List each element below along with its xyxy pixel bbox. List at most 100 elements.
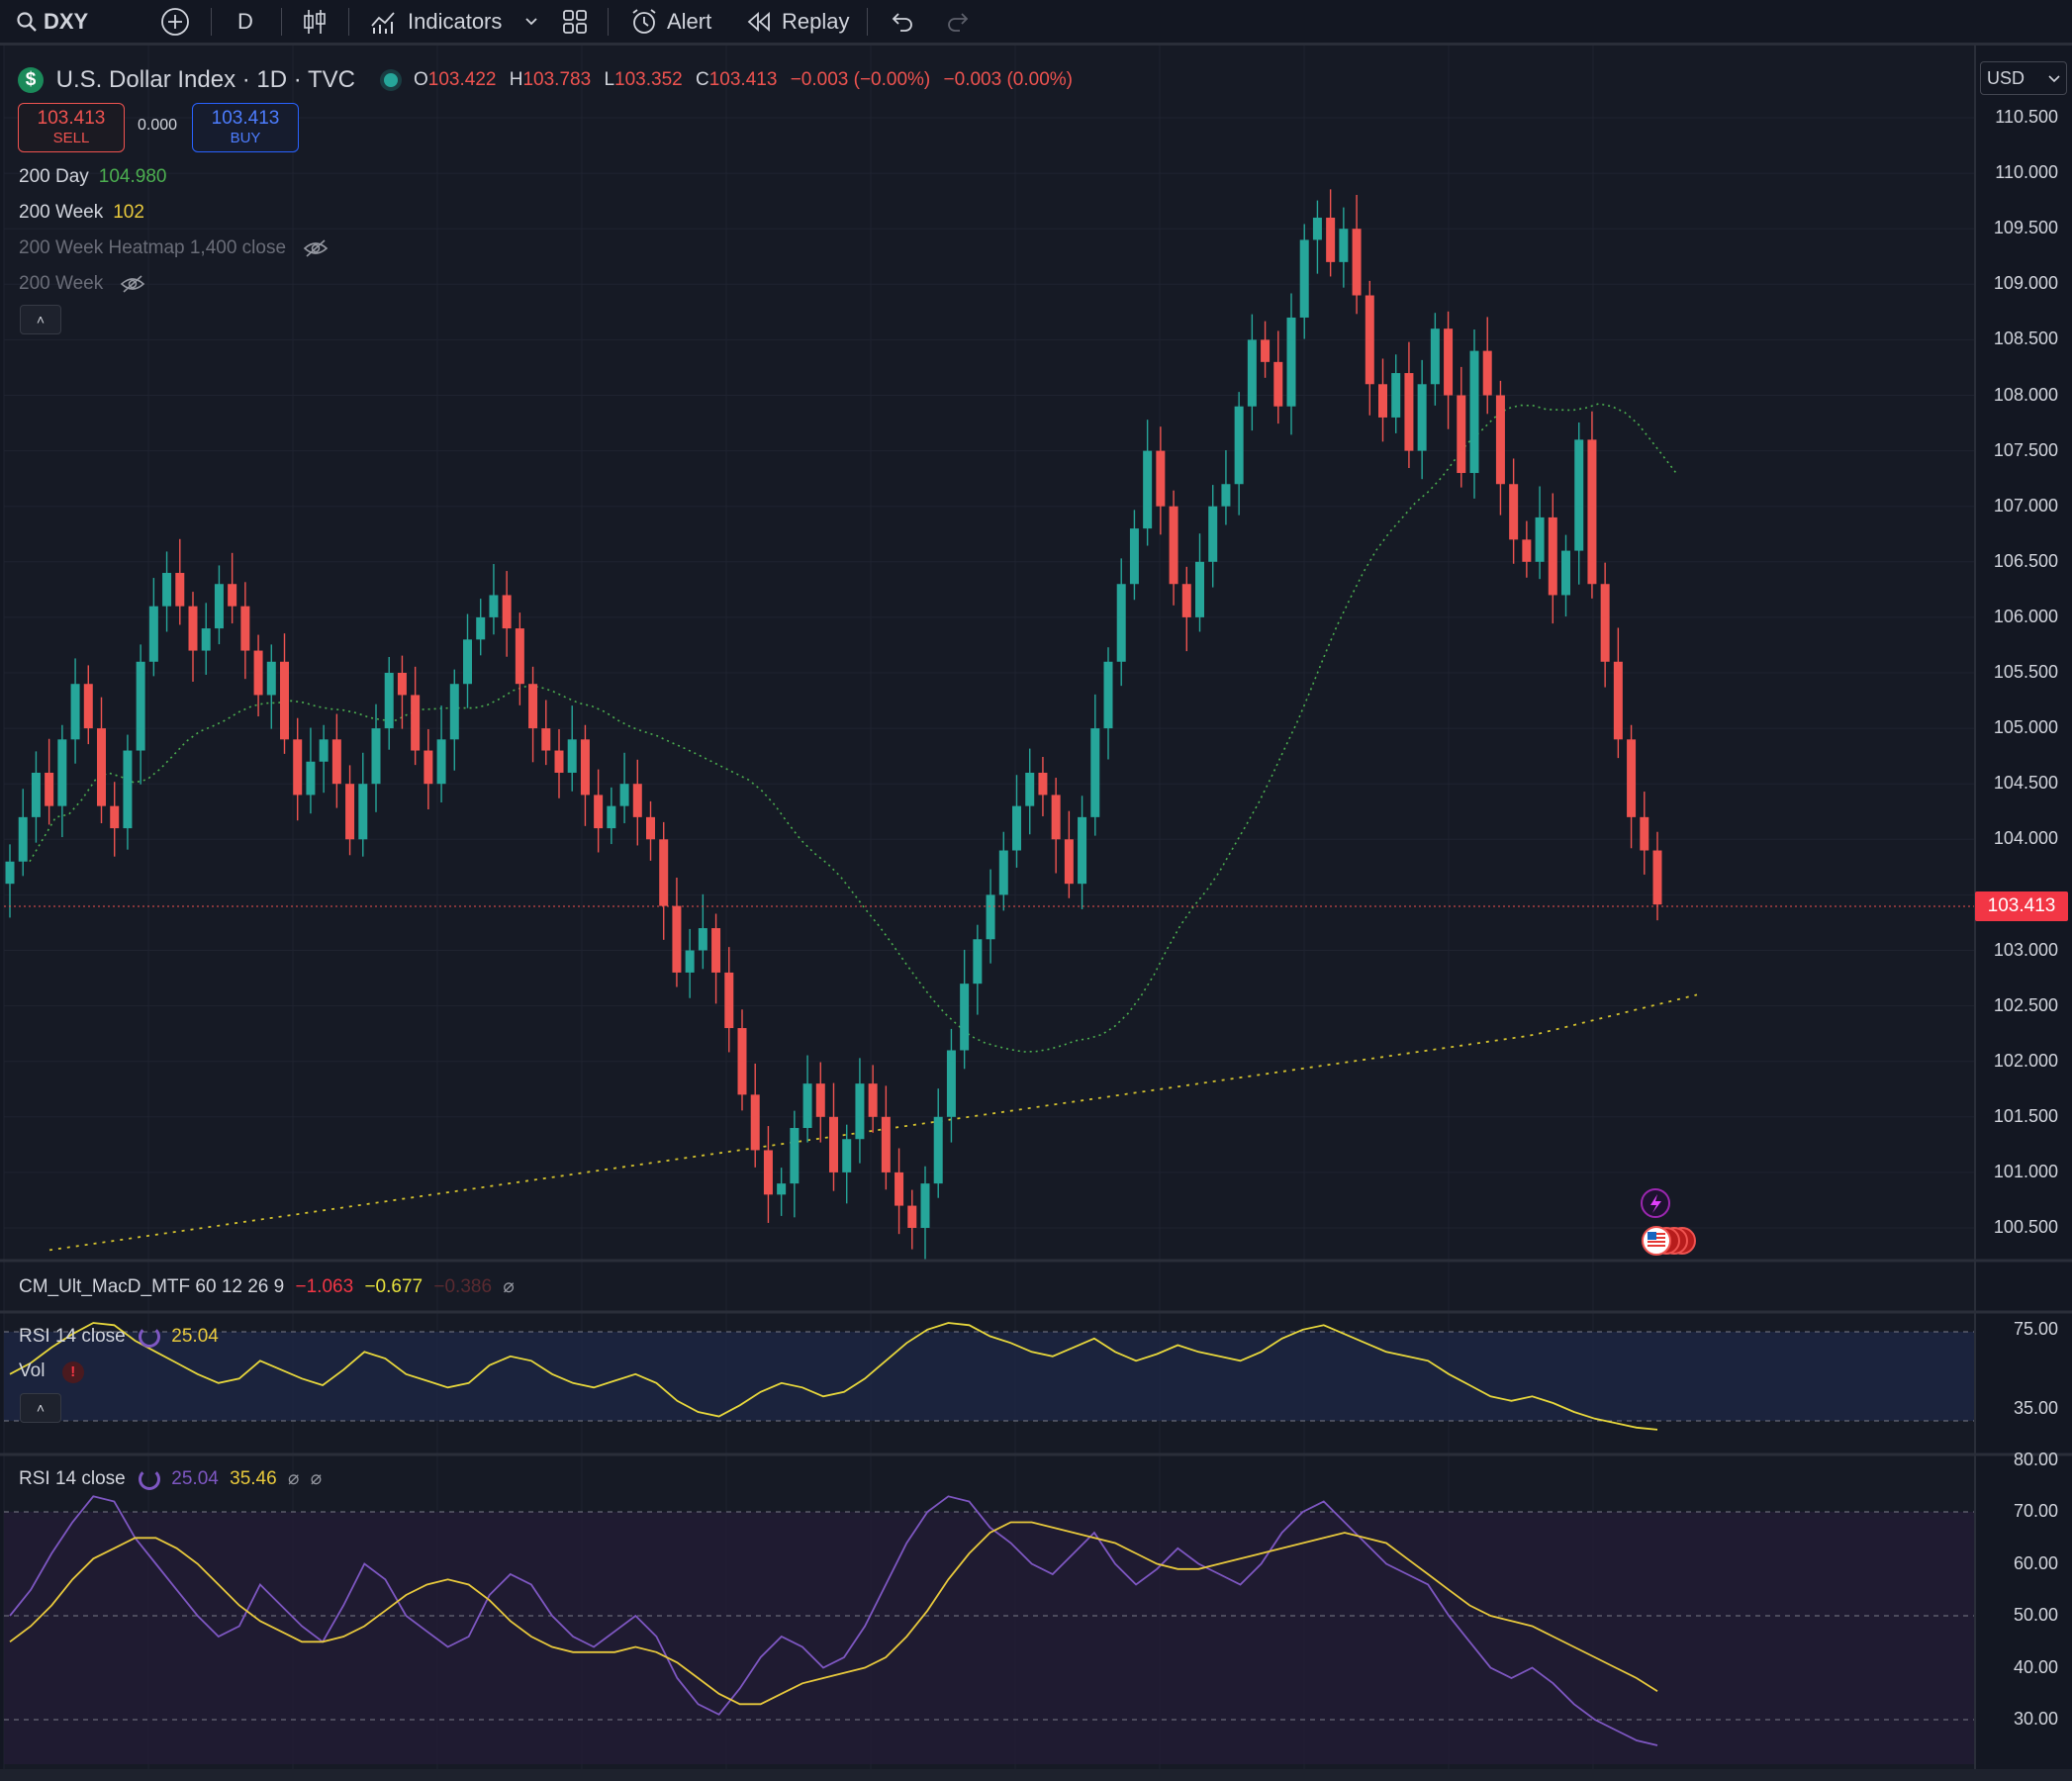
candle-body[interactable]: [1156, 450, 1166, 507]
candle-body[interactable]: [1365, 295, 1374, 385]
symbol-search-button[interactable]: DXY: [16, 0, 88, 44]
candle-body[interactable]: [449, 684, 459, 740]
candle-body[interactable]: [123, 750, 133, 829]
candle-body[interactable]: [319, 739, 329, 762]
candle-body[interactable]: [829, 1116, 838, 1172]
lightning-event-icon[interactable]: [1641, 1188, 1670, 1218]
candle-body[interactable]: [895, 1172, 904, 1206]
candle-body[interactable]: [777, 1183, 787, 1195]
candle-body[interactable]: [201, 628, 211, 651]
candle-body[interactable]: [986, 894, 995, 940]
candle-body[interactable]: [384, 673, 394, 729]
candle-body[interactable]: [345, 784, 355, 840]
candle-body[interactable]: [646, 816, 655, 840]
candle-body[interactable]: [148, 606, 158, 662]
candle-body[interactable]: [1457, 395, 1466, 474]
rsi-pane-1-legend[interactable]: RSI 14 close 25.04: [19, 1326, 219, 1348]
candle-body[interactable]: [946, 1050, 956, 1117]
candle-body[interactable]: [567, 739, 577, 773]
candle-body[interactable]: [1025, 772, 1035, 806]
candle-body[interactable]: [1234, 406, 1244, 485]
indicators-button[interactable]: Indicators: [370, 0, 502, 44]
candle-body[interactable]: [1078, 816, 1087, 885]
hidden-eye-icon[interactable]: [303, 238, 329, 258]
candle-body[interactable]: [1195, 561, 1204, 617]
candle-body[interactable]: [175, 573, 185, 607]
candle-body[interactable]: [214, 584, 224, 629]
candle-body[interactable]: [45, 772, 54, 806]
candle-body[interactable]: [1169, 506, 1178, 585]
candle-body[interactable]: [31, 772, 41, 817]
candle-body[interactable]: [1038, 772, 1048, 796]
candle-body[interactable]: [868, 1083, 878, 1117]
candle-body[interactable]: [5, 861, 15, 885]
candle-body[interactable]: [1312, 217, 1322, 240]
candle-body[interactable]: [515, 628, 524, 685]
candle-body[interactable]: [83, 684, 93, 729]
candle-body[interactable]: [842, 1139, 852, 1172]
candle-body[interactable]: [1143, 450, 1153, 529]
candle-body[interactable]: [737, 1028, 747, 1095]
market-status-dot[interactable]: [383, 72, 398, 87]
candle-body[interactable]: [659, 839, 669, 906]
candle-body[interactable]: [1535, 516, 1545, 562]
candle-body[interactable]: [763, 1150, 773, 1195]
candle-body[interactable]: [253, 650, 263, 696]
indicator-templates-dropdown[interactable]: [524, 0, 538, 44]
candle-body[interactable]: [1652, 850, 1662, 905]
chart-area[interactable]: $ U.S. Dollar Index · 1D · TVC O103.422 …: [0, 46, 2072, 1781]
candle-body[interactable]: [1286, 317, 1296, 407]
candle-body[interactable]: [1181, 584, 1191, 617]
hidden-eye-icon[interactable]: [120, 274, 145, 294]
candle-body[interactable]: [1103, 661, 1113, 729]
candle-body[interactable]: [1352, 229, 1362, 296]
candle-body[interactable]: [1627, 739, 1637, 817]
candle-body[interactable]: [1574, 439, 1584, 551]
candle-body[interactable]: [1273, 361, 1283, 407]
candle-body[interactable]: [1378, 384, 1387, 418]
indicator-row-200-week-2[interactable]: 200 Week: [19, 273, 145, 295]
candle-body[interactable]: [973, 939, 983, 984]
candle-body[interactable]: [607, 805, 616, 829]
candle-body[interactable]: [436, 739, 446, 785]
candle-body[interactable]: [672, 905, 682, 973]
interval-button[interactable]: D: [237, 0, 253, 44]
macd-legend[interactable]: CM_Ult_MacD_MTF 60 12 26 9 −1.063 −0.677…: [19, 1275, 515, 1298]
candle-body[interactable]: [1522, 539, 1532, 562]
candle-body[interactable]: [1640, 816, 1649, 851]
candle-body[interactable]: [70, 684, 80, 740]
candle-body[interactable]: [1561, 550, 1570, 596]
collapse-pane-legend-button[interactable]: ˄: [20, 1393, 61, 1423]
candle-body[interactable]: [1613, 661, 1623, 740]
candle-body[interactable]: [1417, 384, 1427, 451]
candle-body[interactable]: [331, 739, 341, 785]
error-icon[interactable]: !: [61, 1361, 84, 1383]
candle-body[interactable]: [698, 928, 707, 951]
indicator-row-200-day[interactable]: 200 Day 104.980: [19, 166, 166, 188]
candle-body[interactable]: [188, 606, 198, 651]
indicator-row-200-week-heatmap[interactable]: 200 Week Heatmap 1,400 close: [19, 237, 329, 259]
indicator-row-200-week[interactable]: 200 Week 102: [19, 202, 144, 224]
us-flag-events-icon[interactable]: [1642, 1226, 1696, 1256]
candle-body[interactable]: [411, 695, 421, 751]
candle-body[interactable]: [724, 972, 734, 1029]
candle-body[interactable]: [1116, 584, 1126, 662]
candle-body[interactable]: [960, 984, 970, 1051]
candle-body[interactable]: [280, 661, 289, 740]
candle-body[interactable]: [815, 1083, 825, 1117]
candle-body[interactable]: [881, 1116, 891, 1172]
candle-body[interactable]: [1247, 339, 1257, 407]
symbol-legend[interactable]: $ U.S. Dollar Index · 1D · TVC: [18, 65, 398, 94]
candle-body[interactable]: [920, 1183, 930, 1228]
candle-body[interactable]: [1430, 328, 1440, 385]
redo-button[interactable]: [946, 0, 972, 44]
candle-body[interactable]: [476, 616, 486, 640]
sell-button[interactable]: 103.413 SELL: [18, 103, 125, 152]
candle-body[interactable]: [489, 595, 499, 617]
candle-body[interactable]: [998, 850, 1008, 895]
candle-body[interactable]: [371, 728, 381, 785]
candle-body[interactable]: [162, 573, 172, 607]
candle-body[interactable]: [240, 606, 250, 651]
candle-body[interactable]: [136, 661, 145, 751]
chart-type-button[interactable]: [303, 0, 327, 44]
